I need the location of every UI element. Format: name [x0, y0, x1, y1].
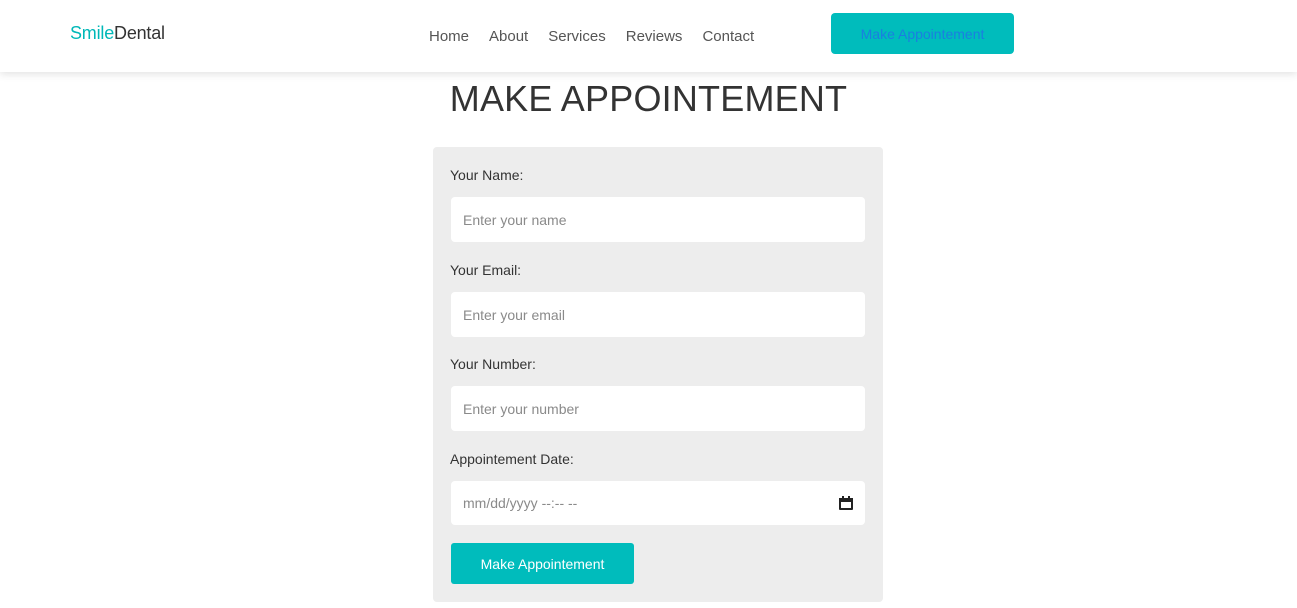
email-label: Your Email: [450, 262, 522, 278]
submit-appointment-button[interactable]: Make Appointement [451, 543, 634, 584]
nav-link-services[interactable]: Services [548, 28, 606, 45]
number-input[interactable] [451, 386, 865, 431]
name-label: Your Name: [450, 167, 524, 183]
nav-make-appointment-button[interactable]: Make Appointement [831, 13, 1014, 54]
nav-link-home[interactable]: Home [429, 28, 469, 45]
nav-link-reviews[interactable]: Reviews [626, 28, 683, 45]
page-title: MAKE APPOINTEMENT [449, 78, 848, 119]
appointment-form: Your Name: Your Email: Your Number: Appo… [433, 147, 883, 602]
email-input[interactable] [451, 292, 865, 337]
date-input-placeholder: mm/dd/yyyy --:-- -- [463, 495, 578, 511]
brand-logo-accent: Smile [70, 23, 115, 43]
name-input[interactable] [451, 197, 865, 242]
date-input[interactable]: mm/dd/yyyy --:-- -- [451, 481, 865, 525]
calendar-icon[interactable] [839, 496, 853, 510]
nav-links: Home About Services Reviews Contact [429, 28, 754, 45]
nav-link-about[interactable]: About [489, 28, 528, 45]
number-label: Your Number: [450, 356, 536, 372]
date-label: Appointement Date: [450, 451, 574, 467]
brand-logo[interactable]: SmileDental [70, 23, 165, 44]
brand-logo-rest: Dental [114, 23, 165, 43]
nav-link-contact[interactable]: Contact [702, 28, 754, 45]
navbar: SmileDental Home About Services Reviews … [0, 0, 1297, 72]
